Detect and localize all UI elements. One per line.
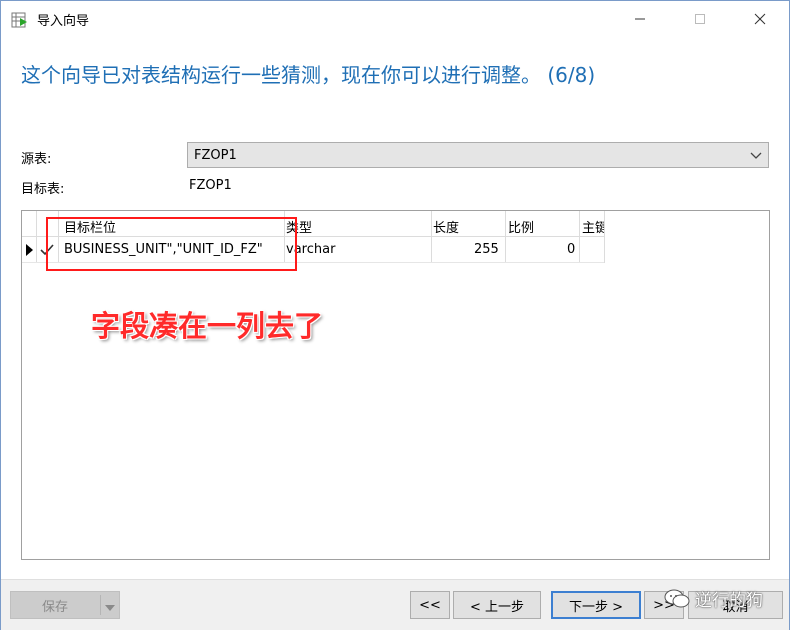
source-table-label: 源表:	[21, 152, 52, 167]
close-icon[interactable]	[737, 1, 783, 37]
cell-scale[interactable]: 0	[567, 242, 575, 257]
save-button[interactable]: 保存	[10, 591, 120, 619]
row-pointer-icon	[26, 244, 34, 260]
save-button-label: 保存	[41, 599, 68, 615]
table-import-icon	[11, 11, 29, 29]
chevron-down-icon	[750, 149, 762, 165]
column-header-primary-key[interactable]: 主键	[582, 217, 604, 236]
annotation-highlight-box	[46, 217, 297, 271]
import-wizard-window: 导入向导 这个向导已对表结构运行一些猜测，现在你可以进行调整。 (6/8) 源表…	[0, 0, 790, 630]
annotation-text: 字段凑在一列去了	[91, 309, 324, 343]
maximize-icon[interactable]	[677, 1, 723, 37]
target-table-value: FZOP1	[189, 178, 232, 193]
previous-step-button[interactable]: < 上一步	[453, 591, 541, 619]
next-step-button[interactable]: 下一步 >	[551, 591, 641, 619]
cell-length[interactable]: 255	[474, 242, 499, 257]
column-header-length[interactable]: 长度	[433, 217, 459, 236]
column-header-scale[interactable]: 比例	[508, 217, 534, 236]
window-title: 导入向导	[37, 14, 90, 29]
minimize-icon[interactable]	[617, 1, 663, 37]
wizard-headline: 这个向导已对表结构运行一些猜测，现在你可以进行调整。 (6/8)	[21, 63, 596, 87]
title-bar: 导入向导	[1, 1, 789, 37]
chevron-down-icon[interactable]	[105, 601, 115, 616]
watermark-text: 逆行的狗	[695, 591, 763, 611]
wechat-icon	[664, 588, 690, 614]
source-table-value: FZOP1	[194, 148, 237, 163]
target-table-label: 目标表:	[21, 182, 65, 197]
first-step-button[interactable]: <<	[410, 591, 450, 619]
source-table-select[interactable]: FZOP1	[187, 142, 769, 168]
